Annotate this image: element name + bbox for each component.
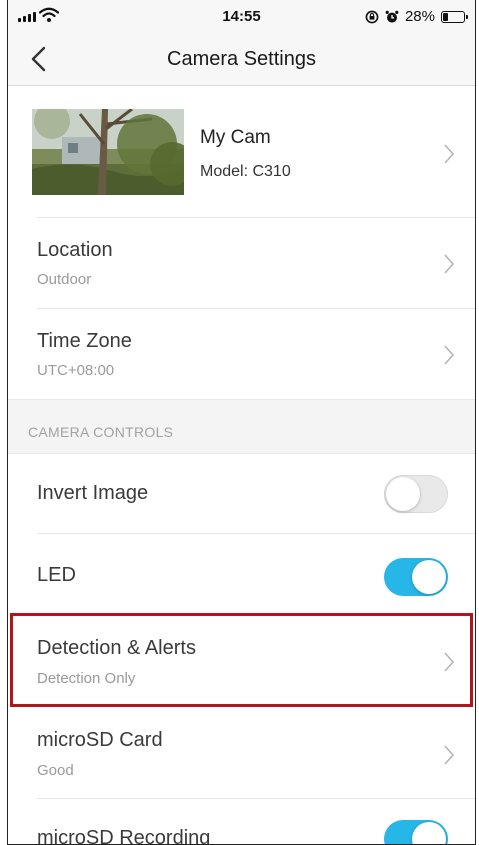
invert-image-toggle[interactable] <box>384 475 448 513</box>
led-toggle[interactable] <box>384 558 448 596</box>
invert-image-row: Invert Image <box>8 454 475 533</box>
invert-image-label: Invert Image <box>37 482 149 504</box>
location-row[interactable]: Location Outdoor <box>8 218 475 308</box>
microsd-card-row[interactable]: microSD Card Good <box>8 708 475 798</box>
location-label: Location <box>37 239 113 261</box>
chevron-right-icon <box>444 745 455 765</box>
battery-icon <box>441 10 468 23</box>
section-header-label: CAMERA CONTROLS <box>28 424 174 440</box>
phone-screen: 14:55 28% Camera Settings My Cam Model: … <box>7 0 476 845</box>
camera-model: Model: C310 <box>200 163 291 180</box>
microsd-recording-row: microSD Recording <box>8 799 475 845</box>
camera-info-row[interactable]: My Cam Model: C310 <box>8 87 475 218</box>
camera-name: My Cam <box>200 127 271 148</box>
toggle-knob <box>386 477 420 511</box>
toggle-knob <box>412 822 446 845</box>
battery-fill <box>443 12 448 21</box>
nav-bar: Camera Settings <box>8 34 475 86</box>
chevron-right-icon <box>444 144 455 164</box>
location-value: Outdoor <box>37 271 92 288</box>
timezone-row[interactable]: Time Zone UTC+08:00 <box>8 309 475 399</box>
toggle-knob <box>412 560 446 594</box>
microsd-recording-label: microSD Recording <box>37 827 211 845</box>
status-bar: 14:55 28% <box>8 0 475 34</box>
camera-thumbnail <box>32 109 184 195</box>
page-title: Camera Settings <box>167 48 316 70</box>
highlight-box <box>10 613 473 707</box>
chevron-right-icon <box>444 254 455 274</box>
led-label: LED <box>37 564 76 586</box>
rotation-lock-icon <box>365 10 379 23</box>
timezone-label: Time Zone <box>37 330 132 352</box>
status-right: 28% <box>365 8 468 25</box>
led-row: LED <box>8 534 475 613</box>
chevron-right-icon <box>444 345 455 365</box>
microsd-recording-toggle[interactable] <box>384 820 448 845</box>
battery-percent: 28% <box>404 8 435 25</box>
microsd-card-value: Good <box>37 762 74 779</box>
microsd-card-label: microSD Card <box>37 729 163 751</box>
alarm-clock-icon <box>385 10 399 23</box>
timezone-value: UTC+08:00 <box>37 362 115 379</box>
section-header: CAMERA CONTROLS <box>8 400 475 454</box>
